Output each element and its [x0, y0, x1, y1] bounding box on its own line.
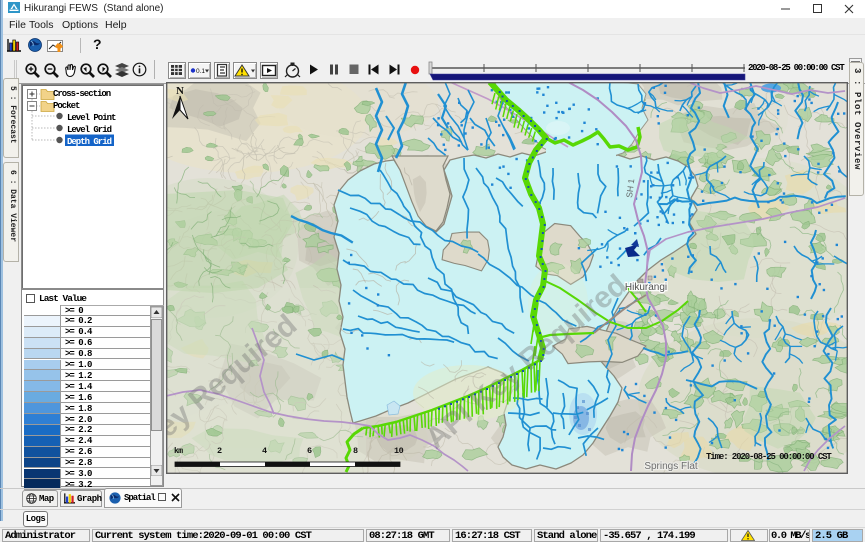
svg-text:4: 4: [262, 446, 267, 456]
svg-text:0.1: 0.1: [196, 68, 205, 75]
svg-text:10: 10: [394, 446, 404, 456]
svg-text:Time: 2020-08-25 00:00:00 CST: Time: 2020-08-25 00:00:00 CST: [706, 452, 832, 462]
svg-text:2: 2: [217, 446, 222, 456]
svg-text:N: N: [176, 85, 184, 97]
svg-text:6: 6: [307, 446, 312, 456]
svg-text:km: km: [174, 447, 183, 456]
svg-text:Springs Flat: Springs Flat: [644, 461, 698, 472]
svg-text:8: 8: [353, 446, 358, 456]
